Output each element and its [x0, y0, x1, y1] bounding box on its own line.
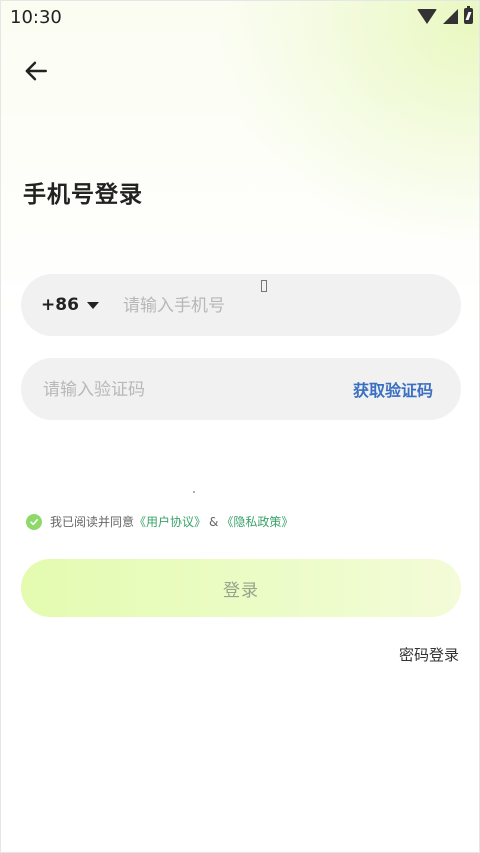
status-time: 10:30 [10, 7, 62, 28]
caret-down-icon [86, 301, 99, 309]
login-button[interactable]: 登录 [21, 559, 461, 617]
password-login-link[interactable]: 密码登录 [399, 644, 459, 665]
text-cursor-icon [261, 280, 267, 292]
dot-mark [193, 491, 195, 493]
battery-icon [464, 6, 473, 24]
back-button[interactable] [19, 54, 53, 88]
user-agreement-link[interactable]: 《用户协议》 [134, 513, 206, 530]
page-title: 手机号登录 [23, 182, 143, 208]
signal-icon [443, 8, 458, 24]
wifi-icon [417, 8, 437, 24]
verification-code-field: 获取验证码 [21, 358, 461, 422]
agreement-text: 我已阅读并同意 《用户协议》 & 《隐私政策》 [50, 513, 293, 530]
get-code-button[interactable]: 获取验证码 [353, 358, 433, 420]
arrow-left-icon [25, 61, 47, 81]
check-circle-icon[interactable] [26, 513, 42, 530]
country-code-selector[interactable]: +86 [41, 274, 99, 336]
agreement-amp: & [209, 514, 219, 529]
status-bar: 10:30 [1, 1, 480, 35]
agreement-row: 我已阅读并同意 《用户协议》 & 《隐私政策》 [26, 513, 293, 530]
country-code-label: +86 [41, 295, 79, 315]
phone-input[interactable] [121, 274, 425, 338]
system-icons [417, 6, 473, 24]
agreement-prefix: 我已阅读并同意 [50, 515, 135, 529]
login-screen: 10:30 手机号登录 +86 获取验证码 我已阅读并同意 《用户协议》 [0, 0, 480, 853]
privacy-policy-link[interactable]: 《隐私政策》 [221, 513, 293, 530]
verification-code-input[interactable] [41, 358, 325, 422]
phone-field: +86 [21, 274, 461, 338]
